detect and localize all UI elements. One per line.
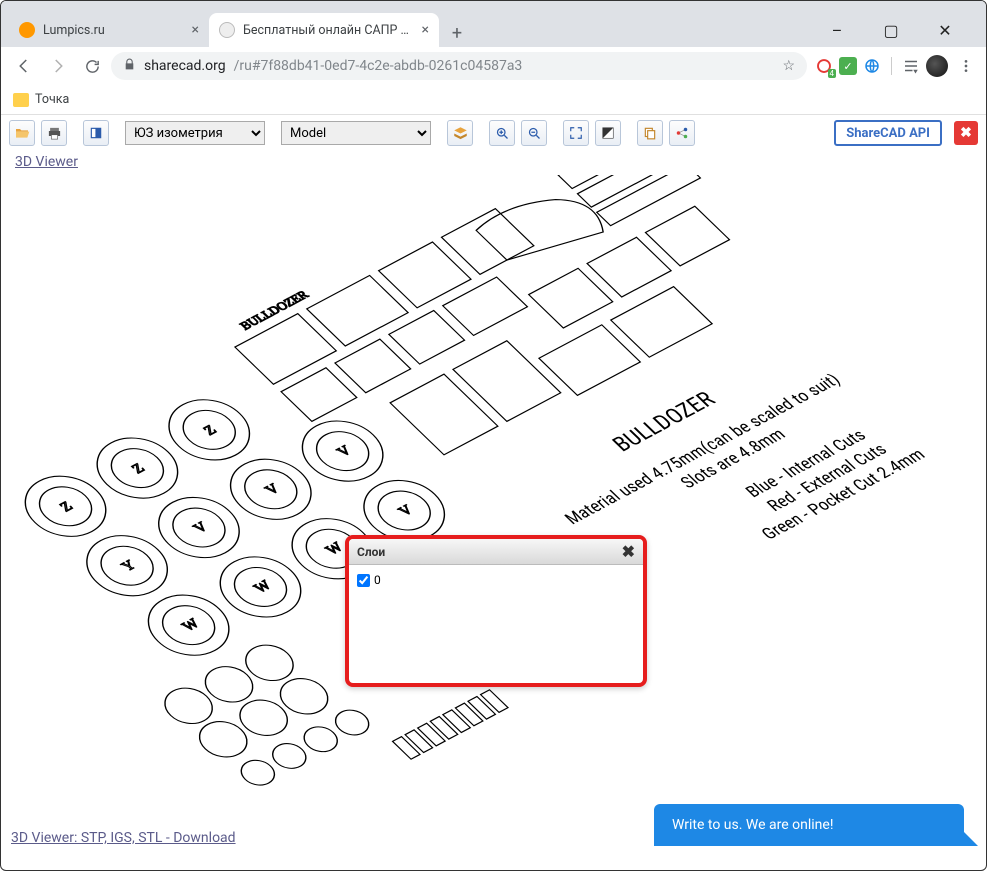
fit-icon [569, 126, 583, 140]
extension-icon[interactable]: ✓ [839, 57, 857, 75]
chrome-menu-button[interactable] [954, 51, 978, 81]
zoom-in-icon [495, 126, 510, 141]
close-viewer-button[interactable]: ✖ [954, 121, 978, 145]
svg-text:V: V [396, 503, 417, 519]
zoom-in-button[interactable] [489, 120, 515, 146]
reload-icon [84, 58, 101, 75]
profile-avatar[interactable] [926, 55, 948, 77]
svg-text:Z: Z [201, 423, 221, 439]
bookmark-item[interactable]: Точка [35, 92, 69, 107]
close-icon[interactable]: × [422, 22, 429, 38]
folder-open-icon [14, 125, 30, 141]
lock-icon [123, 58, 136, 74]
open-file-button[interactable] [9, 120, 35, 146]
extension-badge: 4 [828, 69, 837, 78]
zoom-out-button[interactable] [521, 120, 547, 146]
chat-widget[interactable]: Write to us. We are online! [654, 804, 964, 846]
fit-screen-button[interactable] [563, 120, 589, 146]
view-select[interactable]: ЮЗ изометрия [125, 121, 265, 145]
address-bar: sharecad.org/ru#7f88db41-0ed7-4c2e-abdb-… [1, 47, 986, 85]
app-area: ЮЗ изометрия Model ShareCAD API ✖ 3D Vie… [1, 115, 986, 852]
forward-button[interactable] [43, 51, 73, 81]
extension-icon[interactable]: 4 [815, 57, 833, 75]
sharecad-api-button[interactable]: ShareCAD API [834, 120, 942, 146]
svg-text:Z: Z [57, 499, 77, 515]
dialog-title: Слои [357, 545, 385, 559]
close-icon[interactable]: × [192, 22, 199, 38]
window-maximize-button[interactable]: ▢ [876, 15, 906, 45]
cad-drawing: Z Z Z Y V V V W W W V [1, 175, 986, 826]
arrow-left-icon [15, 57, 33, 75]
black-white-button[interactable] [595, 120, 621, 146]
share-icon [675, 126, 689, 140]
arrow-right-icon [49, 57, 67, 75]
svg-text:W: W [323, 540, 347, 558]
favicon-icon [19, 22, 35, 38]
viewer-3d-link[interactable]: 3D Viewer [1, 154, 78, 170]
copy-icon [643, 126, 657, 140]
panel-icon [89, 126, 103, 140]
svg-text:W: W [251, 578, 275, 596]
layer-name: 0 [374, 573, 381, 587]
zoom-out-icon [527, 126, 542, 141]
url-host: sharecad.org [144, 58, 226, 74]
dialog-close-button[interactable]: ✖ [622, 542, 635, 561]
chat-text: Write to us. We are online! [672, 817, 833, 833]
svg-text:Z: Z [129, 461, 149, 477]
tab-title: Бесплатный онлайн САПР прос [243, 23, 414, 38]
back-button[interactable] [9, 51, 39, 81]
dialog-body: 0 [349, 565, 643, 683]
window-controls: – ▢ ✕ [822, 1, 978, 45]
layer-checkbox[interactable] [357, 574, 370, 587]
window-minimize-button[interactable]: – [822, 15, 852, 45]
omnibox[interactable]: sharecad.org/ru#7f88db41-0ed7-4c2e-abdb-… [111, 52, 807, 80]
extensions-area: 4 ✓ [811, 51, 978, 81]
tab-title: Lumpics.ru [43, 23, 184, 38]
printer-icon [47, 126, 62, 141]
new-tab-button[interactable]: + [443, 19, 471, 47]
star-icon[interactable]: ☆ [782, 58, 795, 74]
print-button[interactable] [41, 120, 67, 146]
svg-text:Y: Y [119, 558, 140, 574]
browser-window: – ▢ ✕ Lumpics.ru × Бесплатный онлайн САП… [0, 0, 987, 871]
bookmarks-bar: Точка [1, 85, 986, 115]
separator [891, 57, 892, 75]
folder-icon [13, 93, 29, 107]
footer-download-link[interactable]: 3D Viewer: STP, IGS, STL - Download [11, 830, 236, 846]
layers-dialog: Слои ✖ 0 [345, 535, 647, 687]
svg-text:W: W [179, 616, 203, 634]
cad-canvas[interactable]: Z Z Z Y V V V W W W V [1, 175, 986, 826]
sharecad-toolbar: ЮЗ изометрия Model ShareCAD API ✖ [1, 115, 986, 151]
svg-text:V: V [190, 520, 211, 536]
model-select[interactable]: Model [281, 121, 431, 145]
share-button[interactable] [669, 120, 695, 146]
svg-text:V: V [262, 481, 283, 497]
layers-icon [453, 126, 468, 141]
toggle-panel-button[interactable] [83, 120, 109, 146]
url-path: /ru#7f88db41-0ed7-4c2e-abdb-0261c04587a3 [234, 58, 523, 74]
layer-row[interactable]: 0 [357, 573, 635, 587]
dialog-titlebar[interactable]: Слои ✖ [349, 539, 643, 565]
tab-lumpics[interactable]: Lumpics.ru × [9, 13, 209, 47]
dots-vertical-icon [958, 58, 974, 74]
svg-text:V: V [334, 443, 355, 459]
favicon-icon [219, 22, 235, 38]
reading-list-icon[interactable] [902, 57, 920, 75]
copy-button[interactable] [637, 120, 663, 146]
contrast-icon [601, 126, 615, 140]
extension-icon[interactable] [863, 57, 881, 75]
reload-button[interactable] [77, 51, 107, 81]
tab-sharecad[interactable]: Бесплатный онлайн САПР прос × [209, 13, 439, 47]
layers-button[interactable] [447, 120, 473, 146]
window-close-button[interactable]: ✕ [930, 15, 960, 45]
